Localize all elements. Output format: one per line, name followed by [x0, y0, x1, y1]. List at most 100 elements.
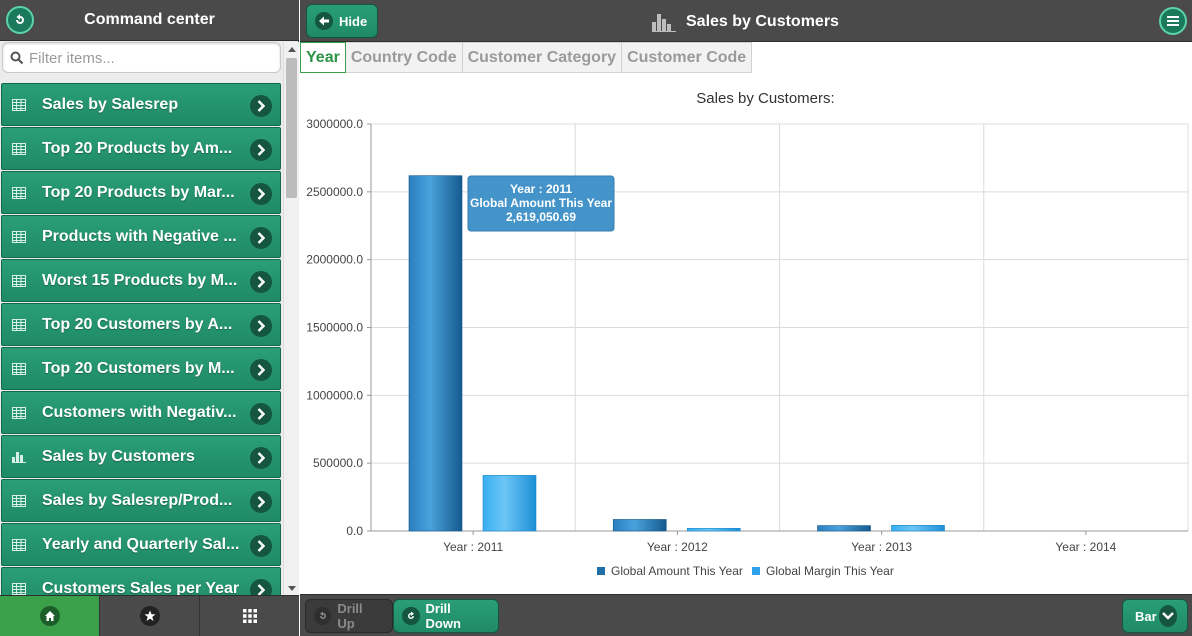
- menu-list: Sales by Salesrep Top 20 Products by Am..…: [0, 83, 283, 595]
- chevron-right-icon[interactable]: [250, 227, 272, 249]
- table-icon: [12, 363, 26, 375]
- menu-item-label: Products with Negative ...: [42, 228, 237, 245]
- x-tick-label: Year : 2012: [647, 540, 708, 554]
- menu-item[interactable]: Top 20 Products by Am...: [1, 127, 281, 170]
- home-icon: [39, 606, 60, 626]
- menu-item[interactable]: Sales by Customers: [1, 435, 281, 478]
- menu-item-label: Worst 15 Products by M...: [42, 272, 238, 289]
- menu-item[interactable]: Top 20 Products by Mar...: [1, 171, 281, 214]
- sidebar-scrollbar[interactable]: [283, 42, 299, 595]
- drill-up-button[interactable]: Drill Up: [305, 599, 393, 633]
- chevron-right-icon[interactable]: [250, 95, 272, 117]
- main-footer: Drill Up Drill Down Bar: [300, 594, 1192, 636]
- sidebar: Command center Sales by Salesrep Top 20 P…: [0, 0, 299, 636]
- table-icon: [12, 319, 26, 331]
- back-button[interactable]: [6, 6, 34, 34]
- bar: [408, 175, 463, 532]
- menu-item[interactable]: Top 20 Customers by M...: [1, 347, 281, 390]
- chevron-right-icon[interactable]: [250, 271, 272, 293]
- menu-item[interactable]: Sales by Salesrep: [1, 83, 281, 126]
- legend-swatch: [597, 567, 605, 575]
- table-icon: [12, 231, 26, 243]
- dimension-tabs: Year Country Code Customer Category Custome…: [300, 42, 753, 73]
- y-tick-label: 0.0: [346, 524, 363, 538]
- menu-item[interactable]: Yearly and Quarterly Sal...: [1, 523, 281, 566]
- chevron-right-icon[interactable]: [250, 183, 272, 205]
- chevron-right-icon[interactable]: [250, 315, 272, 337]
- tab[interactable]: Country Code: [345, 42, 463, 73]
- page-title: Sales by Customers: [686, 13, 839, 30]
- scroll-thumb[interactable]: [286, 58, 297, 198]
- bar: [482, 475, 537, 532]
- menu-item[interactable]: Worst 15 Products by M...: [1, 259, 281, 302]
- grid-icon: [242, 609, 257, 623]
- redo-arrow-icon: [402, 607, 420, 625]
- apps-tab[interactable]: [200, 596, 299, 636]
- x-tick-label: Year : 2011: [443, 540, 503, 554]
- menu-item-label: Top 20 Customers by M...: [42, 360, 235, 377]
- chevron-right-icon[interactable]: [250, 579, 272, 595]
- scroll-down-arrow-icon[interactable]: [284, 581, 299, 595]
- x-tick-label: Year : 2014: [1055, 540, 1116, 554]
- menu-item-label: Sales by Salesrep: [42, 96, 179, 113]
- favorites-tab[interactable]: [100, 596, 200, 636]
- bar-chart-icon: [652, 12, 676, 32]
- chevron-right-icon[interactable]: [250, 139, 272, 161]
- scroll-up-arrow-icon[interactable]: [284, 42, 299, 56]
- bar: [891, 525, 945, 532]
- tab[interactable]: Customer Category: [462, 42, 623, 73]
- y-tick-label: 2500000.0: [306, 185, 363, 199]
- filter-box[interactable]: [2, 42, 281, 73]
- chevron-down-icon: [1158, 605, 1177, 627]
- bar: [612, 519, 667, 532]
- page-title-group: Sales by Customers: [652, 10, 839, 34]
- menu-button[interactable]: [1159, 7, 1187, 35]
- drill-down-button[interactable]: Drill Down: [393, 599, 499, 633]
- menu-item-label: Sales by Customers: [42, 448, 195, 465]
- hide-button[interactable]: Hide: [306, 4, 379, 38]
- hamburger-menu-icon: [1167, 16, 1179, 26]
- table-icon: [12, 539, 26, 551]
- menu-item[interactable]: Products with Negative ...: [1, 215, 281, 258]
- drill-down-label: Drill Down: [425, 601, 461, 631]
- arrow-left-icon: [315, 12, 333, 30]
- hide-label: Hide: [339, 13, 368, 29]
- drill-up-label: Drill Up: [337, 601, 363, 631]
- menu-item[interactable]: Customers Sales per Year: [1, 567, 281, 595]
- chart-type-button[interactable]: Bar: [1122, 599, 1188, 633]
- sidebar-title: Command center: [84, 11, 215, 28]
- table-icon: [12, 495, 26, 507]
- bar-chart-icon: [12, 451, 26, 463]
- legend-label: Global Amount This Year: [611, 564, 743, 578]
- menu-item[interactable]: Customers with Negativ...: [1, 391, 281, 434]
- menu-item-label: Top 20 Products by Am...: [42, 140, 233, 157]
- star-icon: [139, 606, 160, 626]
- tab[interactable]: Year: [300, 42, 346, 73]
- filter-input[interactable]: [29, 48, 269, 68]
- menu-item-label: Top 20 Products by Mar...: [42, 184, 235, 201]
- tooltip-line: Global Amount This Year: [470, 196, 612, 210]
- y-tick-label: 3000000.0: [306, 117, 363, 131]
- menu-item[interactable]: Sales by Salesrep/Prod...: [1, 479, 281, 522]
- tooltip-line: Year : 2011: [510, 182, 572, 196]
- table-icon: [12, 99, 26, 111]
- home-tab[interactable]: [0, 596, 100, 636]
- menu-item[interactable]: Top 20 Customers by A...: [1, 303, 281, 346]
- table-icon: [12, 583, 26, 595]
- legend-label: Global Margin This Year: [766, 564, 894, 578]
- menu-item-label: Top 20 Customers by A...: [42, 316, 233, 333]
- menu-item-label: Sales by Salesrep/Prod...: [42, 492, 233, 509]
- chevron-right-icon[interactable]: [250, 535, 272, 557]
- table-icon: [12, 407, 26, 419]
- chevron-right-icon[interactable]: [250, 447, 272, 469]
- menu-item-label: Yearly and Quarterly Sal...: [42, 536, 240, 553]
- legend-swatch: [752, 567, 760, 575]
- undo-arrow-icon: [314, 607, 332, 625]
- tab[interactable]: Customer Code: [622, 42, 753, 73]
- chevron-right-icon[interactable]: [250, 491, 272, 513]
- sidebar-footer: [0, 595, 299, 636]
- chevron-right-icon[interactable]: [250, 359, 272, 381]
- y-tick-label: 2000000.0: [306, 253, 363, 267]
- y-tick-label: 500000.0: [313, 456, 363, 470]
- chevron-right-icon[interactable]: [250, 403, 272, 425]
